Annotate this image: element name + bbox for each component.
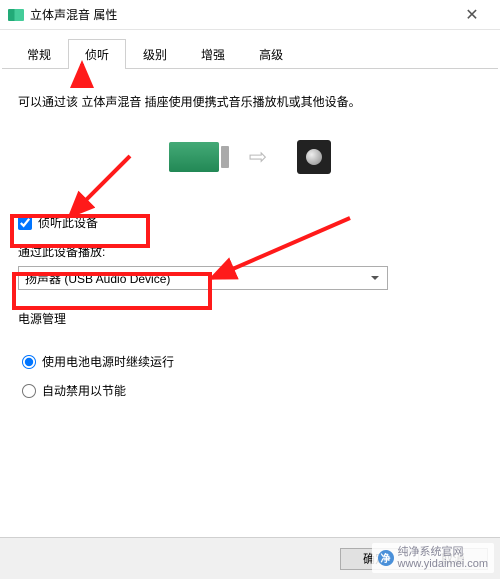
soundcard-icon (169, 142, 219, 172)
tab-row: 常规 侦听 级别 增强 高级 (2, 30, 498, 69)
window-title: 立体声混音 属性 (30, 6, 452, 23)
mixer-icon (8, 9, 24, 21)
dropdown-value: 扬声器 (USB Audio Device) (25, 270, 170, 287)
listen-checkbox[interactable] (18, 216, 32, 230)
tab-general[interactable]: 常规 (10, 39, 68, 69)
tab-enhance[interactable]: 增强 (184, 39, 242, 69)
watermark-line1: 纯净系统官网 (398, 546, 488, 558)
arrow-icon: ⇨ (249, 144, 267, 170)
radio-continue-label[interactable]: 使用电池电源时继续运行 (42, 353, 174, 370)
listen-checkbox-label[interactable]: 侦听此设备 (38, 214, 98, 231)
radio-row-continue: 使用电池电源时继续运行 (22, 353, 478, 370)
playback-through-label: 通过此设备播放: (18, 243, 482, 260)
radio-auto-disable-label[interactable]: 自动禁用以节能 (42, 382, 126, 399)
power-section: 电源管理 使用电池电源时继续运行 自动禁用以节能 (18, 310, 482, 419)
power-radio-group: 使用电池电源时继续运行 自动禁用以节能 (18, 333, 482, 419)
radio-row-disable: 自动禁用以节能 (22, 382, 478, 399)
device-graphic: ⇨ (18, 140, 482, 174)
description-text: 可以通过该 立体声混音 插座使用便携式音乐播放机或其他设备。 (18, 93, 482, 110)
watermark-logo-icon: 净 (378, 550, 394, 566)
playback-device-dropdown[interactable]: 扬声器 (USB Audio Device) (18, 266, 388, 290)
watermark: 净 纯净系统官网 www.yidaimei.com (372, 543, 494, 573)
tab-listen[interactable]: 侦听 (68, 39, 126, 69)
speaker-device-icon (297, 140, 331, 174)
tab-advanced[interactable]: 高级 (242, 39, 300, 69)
content-area: 可以通过该 立体声混音 插座使用便携式音乐播放机或其他设备。 ⇨ 侦听此设备 通… (0, 69, 500, 435)
radio-continue[interactable] (22, 355, 36, 369)
watermark-line2: www.yidaimei.com (398, 558, 488, 570)
titlebar: 立体声混音 属性 ✕ (0, 0, 500, 30)
radio-auto-disable[interactable] (22, 384, 36, 398)
listen-checkbox-row: 侦听此设备 (18, 214, 482, 231)
tab-levels[interactable]: 级别 (126, 39, 184, 69)
close-button[interactable]: ✕ (452, 0, 492, 30)
power-label: 电源管理 (18, 310, 482, 327)
